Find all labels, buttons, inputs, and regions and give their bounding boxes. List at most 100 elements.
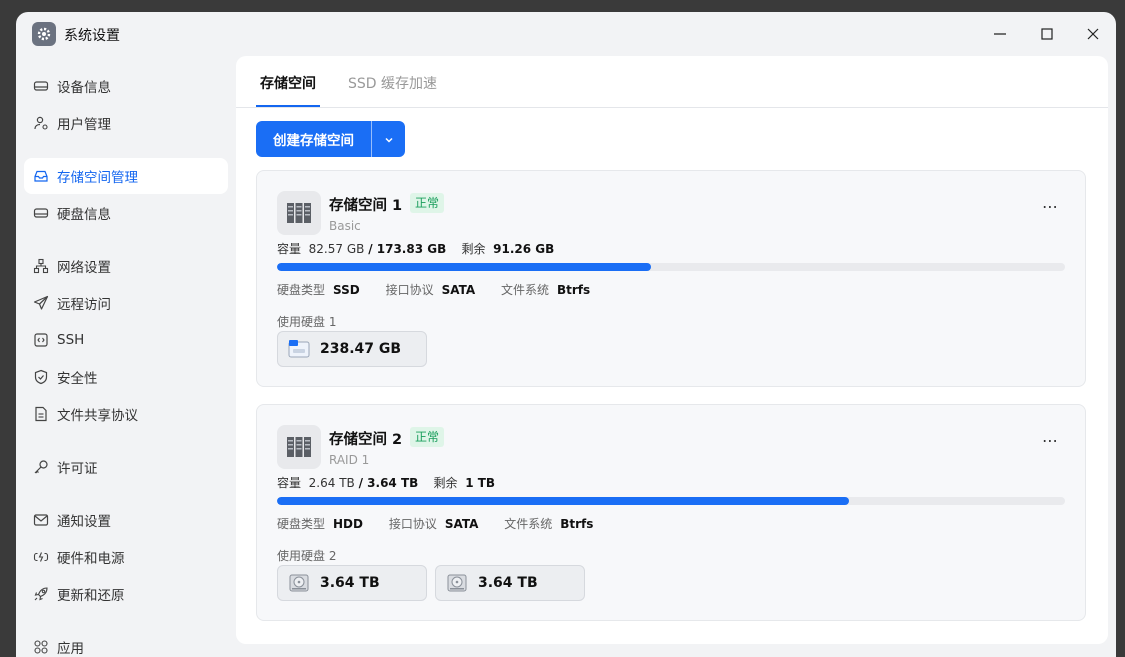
sidebar-item-label: 通知设置 [57,514,111,530]
tab-storage-space[interactable]: 存储空间 [260,73,316,93]
sidebar-item-file-sharing[interactable]: 文件共享协议 [24,396,228,432]
sidebar-item-label: 设备信息 [57,80,111,96]
interface-value: SATA [441,283,476,297]
disk-type-value: HDD [333,517,363,531]
used-capacity: 82.57 GB [308,242,365,256]
create-storage-button[interactable]: 创建存储空间 [256,121,372,157]
sidebar-item-label: 硬盘信息 [57,207,111,223]
disk-icon [33,205,49,221]
device-icon [33,78,49,94]
sidebar-item-label: 更新和还原 [57,588,125,604]
disk-chip[interactable]: 238.47 GB [277,331,427,367]
sidebar-item-label: SSH [57,332,85,348]
free-capacity: 1 TB [465,476,496,490]
usage-bar [277,497,1065,505]
sidebar-item-label: 用户管理 [57,117,111,133]
settings-gear-icon [32,22,56,46]
sidebar-item-remote-access[interactable]: 远程访问 [24,285,228,321]
chevron-down-icon [384,130,394,149]
settings-window: 系统设置 设备信息 用户管理 存储空间管理 硬盘信息 网络设置 远程访问 SSH… [16,12,1116,657]
pool-meta-row: 硬盘类型 HDD 接口协议 SATA 文件系统 Btrfs [277,517,594,531]
sidebar-item-hardware-power[interactable]: 硬件和电源 [24,539,228,575]
tab-ssd-cache[interactable]: SSD 缓存加速 [348,73,437,93]
rocket-icon [33,586,49,602]
create-storage-button-group: 创建存储空间 [256,121,405,157]
pool-raid-type: RAID 1 [329,453,370,467]
used-disks-label: 使用硬盘 1 [277,315,337,329]
network-icon [33,258,49,274]
close-button[interactable] [1081,22,1105,46]
title-bar: 系统设置 [16,12,1116,56]
main-content: 存储空间 SSD 缓存加速 创建存储空间 存储空间 1 正常 Basic ⋯ 容… [236,56,1108,644]
sidebar-item-label: 应用 [57,641,84,657]
sidebar-item-apps[interactable]: 应用 [24,629,228,657]
sidebar-item-storage-management[interactable]: 存储空间管理 [24,158,228,194]
server-rack-icon [277,191,321,235]
sidebar-item-ssh[interactable]: SSH [24,322,228,358]
status-badge: 正常 [410,193,445,213]
capacity-row: 容量 82.57 GB / 173.83 GB 剩余 91.26 GB [277,242,555,256]
sidebar-item-label: 远程访问 [57,297,111,313]
user-icon [33,115,49,131]
pool-name: 存储空间 1 [329,198,403,214]
power-icon [33,549,49,565]
interface-value: SATA [444,517,479,531]
capacity-row: 容量 2.64 TB / 3.64 TB 剩余 1 TB [277,476,496,490]
sidebar-item-label: 安全性 [57,371,98,387]
usage-bar [277,263,1065,271]
sidebar-item-label: 文件共享协议 [57,408,138,424]
sidebar-item-device-info[interactable]: 设备信息 [24,68,228,104]
tab-bar: 存储空间 SSD 缓存加速 [236,56,1108,108]
create-options-dropdown[interactable] [372,121,405,157]
sidebar-item-label: 网络设置 [57,260,111,276]
sidebar-item-disk-info[interactable]: 硬盘信息 [24,195,228,231]
used-capacity: 2.64 TB [308,476,355,490]
usage-bar-fill [277,263,652,271]
storage-icon [33,168,49,184]
sidebar-item-notifications[interactable]: 通知设置 [24,502,228,538]
shield-icon [33,369,49,385]
more-options-button[interactable]: ⋯ [1042,199,1059,215]
sidebar-item-security[interactable]: 安全性 [24,359,228,395]
sidebar-item-update-restore[interactable]: 更新和还原 [24,576,228,612]
disk-chip[interactable]: 3.64 TB [435,565,585,601]
usage-bar-fill [277,497,850,505]
key-icon [33,459,49,475]
disk-size: 238.47 GB [320,341,402,357]
used-disks-label: 使用硬盘 2 [277,549,337,563]
pool-raid-type: Basic [329,219,361,233]
storage-pool-card: 存储空间 2 正常 RAID 1 ⋯ 容量 2.64 TB / 3.64 TB … [256,404,1086,621]
sidebar-item-label: 存储空间管理 [57,170,138,186]
document-icon [33,406,49,422]
sidebar-item-label: 硬件和电源 [57,551,125,567]
mail-icon [33,512,49,528]
disk-size: 3.64 TB [478,575,538,591]
minimize-button[interactable] [988,22,1012,46]
window-title: 系统设置 [64,28,120,44]
free-capacity: 91.26 GB [493,242,555,256]
status-badge: 正常 [410,427,445,447]
send-icon [33,295,49,311]
filesystem-value: Btrfs [560,517,594,531]
disk-type-value: SSD [333,283,360,297]
maximize-button[interactable] [1035,22,1059,46]
ssd-icon [288,338,310,360]
disk-chip[interactable]: 3.64 TB [277,565,427,601]
sidebar-item-user-management[interactable]: 用户管理 [24,105,228,141]
sidebar-item-license[interactable]: 许可证 [24,449,228,485]
disk-size: 3.64 TB [320,575,380,591]
sidebar-item-network-settings[interactable]: 网络设置 [24,248,228,284]
pool-name: 存储空间 2 [329,432,403,448]
total-capacity: 173.83 GB [376,242,447,256]
server-rack-icon [277,425,321,469]
sidebar-item-label: 许可证 [57,461,98,477]
total-capacity: 3.64 TB [367,476,419,490]
more-options-button[interactable]: ⋯ [1042,433,1059,449]
storage-pool-card: 存储空间 1 正常 Basic ⋯ 容量 82.57 GB / 173.83 G… [256,170,1086,387]
hdd-icon [446,572,468,594]
apps-icon [33,639,49,655]
filesystem-value: Btrfs [556,283,591,297]
active-tab-indicator [256,105,320,107]
code-icon [33,332,49,348]
hdd-icon [288,572,310,594]
